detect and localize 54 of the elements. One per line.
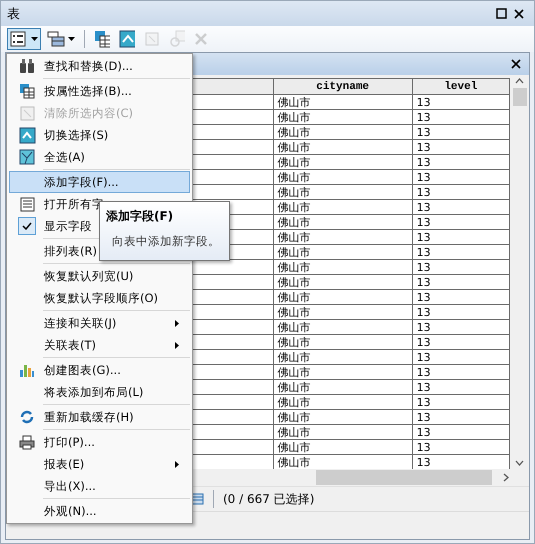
table-cell: 13 bbox=[412, 290, 510, 304]
window-title: 表 bbox=[7, 6, 21, 22]
table-cell: 13 bbox=[412, 454, 510, 470]
table-cell: 佛山市 bbox=[273, 184, 412, 200]
table-cell: 13 bbox=[412, 184, 510, 200]
table-cell: 13 bbox=[412, 230, 510, 244]
table-cell: 佛山市 bbox=[273, 260, 412, 274]
table-cell: 佛山市 bbox=[273, 290, 412, 304]
table-cell: 13 bbox=[412, 350, 510, 364]
table-cell: 佛山市 bbox=[273, 214, 412, 230]
table-cell: 13 bbox=[412, 274, 510, 290]
table-cell: 13 bbox=[412, 200, 510, 214]
table-cell: 13 bbox=[412, 304, 510, 320]
selection-count: (0 / 667 已选择) bbox=[223, 490, 314, 508]
table-cell: 佛山市 bbox=[273, 380, 412, 394]
table-cell: 佛山市 bbox=[273, 110, 412, 124]
table-cell: 佛山市 bbox=[273, 244, 412, 260]
table-cell: 13 bbox=[412, 110, 510, 124]
table-cell: 13 bbox=[412, 394, 510, 410]
table-cell: 13 bbox=[412, 214, 510, 230]
table-cell: 13 bbox=[412, 334, 510, 350]
table-cell: 佛山市 bbox=[273, 350, 412, 364]
tooltip-description: 向表中添加新字段。 bbox=[111, 234, 221, 249]
table-cell: 佛山市 bbox=[273, 320, 412, 334]
table-cell: 佛山市 bbox=[273, 124, 412, 140]
table-cell: 佛山市 bbox=[273, 334, 412, 350]
table-cell: 佛山市 bbox=[273, 230, 412, 244]
table-cell: 佛山市 bbox=[273, 154, 412, 170]
table-cell: 13 bbox=[412, 124, 510, 140]
table-cell: 佛山市 bbox=[273, 274, 412, 290]
table-cell: 佛山市 bbox=[273, 304, 412, 320]
table-cell: 佛山市 bbox=[273, 94, 412, 110]
table-cell: 13 bbox=[412, 320, 510, 334]
table-cell: 佛山市 bbox=[273, 170, 412, 184]
table-cell: 佛山市 bbox=[273, 410, 412, 424]
table-cell: 佛山市 bbox=[273, 200, 412, 214]
table-cell: 佛山市 bbox=[273, 394, 412, 410]
table-cell: 13 bbox=[412, 140, 510, 154]
table-cell: 佛山市 bbox=[273, 454, 412, 470]
table-cell: 13 bbox=[412, 440, 510, 454]
table-cell: 13 bbox=[412, 94, 510, 110]
table-cell: 13 bbox=[412, 244, 510, 260]
tooltip-title: 添加字段(F) bbox=[106, 208, 174, 225]
table-cell: 13 bbox=[412, 260, 510, 274]
table-cell: 佛山市 bbox=[273, 424, 412, 440]
table-cell: 佛山市 bbox=[273, 440, 412, 454]
table-cell: 13 bbox=[412, 364, 510, 380]
table-cell: 13 bbox=[412, 380, 510, 394]
table-cell: 13 bbox=[412, 170, 510, 184]
table-cell: 佛山市 bbox=[273, 364, 412, 380]
table-cell: 13 bbox=[412, 424, 510, 440]
table-cell: 佛山市 bbox=[273, 140, 412, 154]
table-cell: 13 bbox=[412, 154, 510, 170]
table-cell: 13 bbox=[412, 410, 510, 424]
